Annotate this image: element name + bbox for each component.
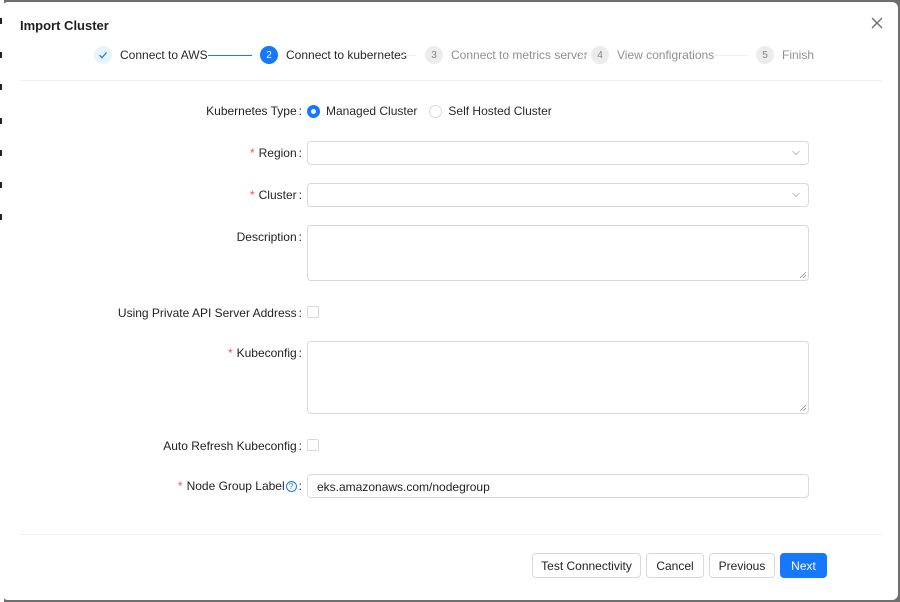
question-circle-icon[interactable]: ? [285,480,297,492]
step-connector [714,55,748,56]
step-number: 3 [425,46,443,64]
step-connector [580,55,590,56]
radio-label[interactable]: Self Hosted Cluster [448,104,551,118]
import-cluster-modal: Import Cluster Connect to AWS 2 Connect … [2,2,898,600]
step-label: View configrations [617,48,715,62]
step-connect-to-metrics-server[interactable]: 3 Connect to metrics server [425,44,588,66]
step-connect-to-kubernetes[interactable]: 2 Connect to kubernetes [260,44,407,66]
chevron-down-icon [792,192,800,198]
step-label: Connect to kubernetes [286,48,407,62]
form-row-kubernetes-type: Kubernetes Type: Managed Cluster Self Ho… [20,102,882,120]
field-label: * Region: [249,146,302,160]
cluster-select[interactable] [307,183,809,207]
step-connect-to-aws[interactable]: Connect to AWS [94,44,208,66]
chevron-down-icon [792,150,800,156]
field-label: Auto Refresh Kubeconfig: [163,439,302,453]
step-label: Connect to AWS [120,48,208,62]
form-row-node-group-label: * Node Group Label?: eks.amazonaws.com/no… [20,474,882,498]
step-finish[interactable]: 5 Finish [756,44,814,66]
step-connector [402,55,416,56]
test-connectivity-button[interactable]: Test Connectivity [532,553,641,578]
description-textarea[interactable] [307,225,809,281]
modal-title: Import Cluster [20,18,109,33]
kubernetes-type-radio-group: Managed Cluster Self Hosted Cluster [307,102,564,120]
form-row-auto-refresh: Auto Refresh Kubeconfig: [20,437,882,453]
next-button[interactable]: Next [780,553,827,578]
field-label: Using Private API Server Address: [117,306,302,320]
step-label: Finish [782,48,815,62]
step-label: Connect to metrics server [451,48,588,62]
step-view-configrations[interactable]: 4 View configrations [591,44,714,66]
close-button[interactable] [868,14,886,32]
private-api-checkbox[interactable] [307,306,319,318]
form-row-description: Description: [20,225,882,281]
resize-grip-icon[interactable] [800,272,806,278]
close-icon [871,17,883,29]
step-number: 4 [591,46,609,64]
form-row-private-api: Using Private API Server Address: [20,304,882,320]
radio-managed-cluster[interactable] [307,104,320,118]
header-divider [20,80,882,81]
field-label: * Cluster: [249,188,302,202]
step-number: 2 [260,46,278,64]
step-connector [208,55,252,56]
kubeconfig-textarea[interactable] [307,341,809,414]
region-select[interactable] [307,141,809,165]
node-group-label-input[interactable]: eks.amazonaws.com/nodegroup [307,474,809,498]
field-label: Kubernetes Type: [206,104,302,118]
input-value: eks.amazonaws.com/nodegroup [317,480,490,494]
auto-refresh-checkbox[interactable] [307,439,319,451]
footer-divider [20,534,882,535]
check-icon [94,46,112,64]
form-row-kubeconfig: * Kubeconfig: [20,341,882,414]
field-label: * Kubeconfig: [227,346,302,360]
field-label: Description: [236,230,302,244]
field-label: * Node Group Label?: [177,479,302,493]
cancel-button[interactable]: Cancel [646,553,704,578]
form-row-cluster: * Cluster: [20,183,882,207]
steps-bar: Connect to AWS 2 Connect to kubernetes 3… [92,44,814,66]
resize-grip-icon[interactable] [800,405,806,411]
form-row-region: * Region: [20,141,882,165]
step-number: 5 [756,46,774,64]
radio-label[interactable]: Managed Cluster [326,104,417,118]
previous-button[interactable]: Previous [709,553,775,578]
radio-self-hosted-cluster[interactable] [429,104,443,118]
